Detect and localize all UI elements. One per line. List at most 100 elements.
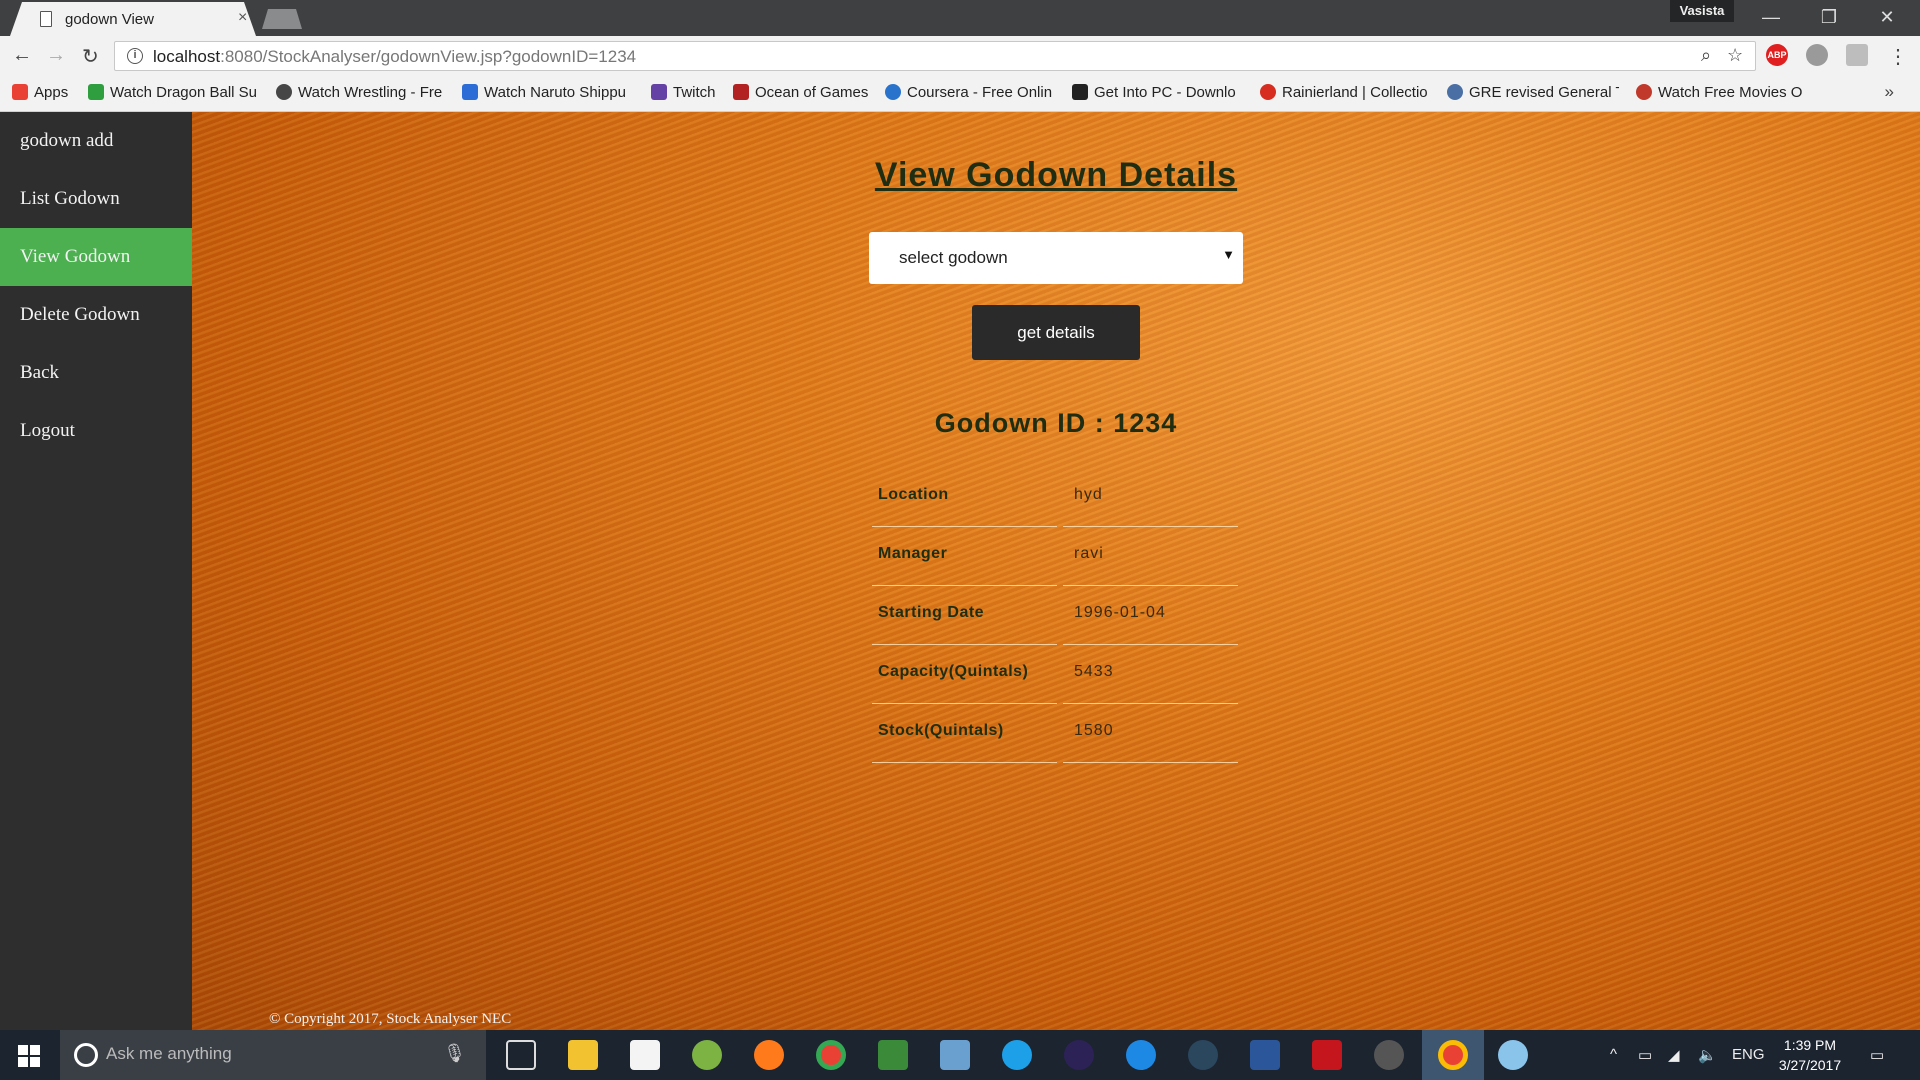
twitch-icon [651,84,667,100]
file-explorer-icon[interactable] [568,1040,598,1070]
steam-icon[interactable] [1188,1040,1218,1070]
microphone-icon[interactable]: 🎙 [443,1043,466,1064]
detail-key: Location [878,486,949,503]
spreadsheet-icon[interactable] [878,1040,908,1070]
tab-title: godown View [65,11,154,28]
page-title: View Godown Details [874,156,1238,194]
adblock-icon[interactable]: ABP [1766,44,1788,66]
extension-icon[interactable] [1806,44,1828,66]
browser-toolbar: ← → ↻ i localhost:8080/StockAnalyser/god… [0,36,1920,76]
volume-icon[interactable]: 🔈 [1698,1046,1717,1064]
url-text[interactable]: localhost:8080/StockAnalyser/godownView.… [153,47,636,67]
detail-key: Manager [878,545,948,562]
godown-select[interactable]: select godown ▼ [869,232,1243,284]
bookmark-item[interactable]: Watch Naruto Shippu [462,84,634,101]
acrobat-icon[interactable] [1312,1040,1342,1070]
new-tab-button[interactable] [262,9,302,29]
minimize-icon[interactable]: — [1742,0,1800,34]
naruto-icon [462,84,478,100]
sidebar-item-list-godown[interactable]: List Godown [0,170,192,228]
bookmark-item[interactable]: GRE revised General T [1447,84,1619,101]
play-icon [1260,84,1276,100]
cortana-icon[interactable] [74,1043,98,1067]
web-page: godown add List Godown View Godown Delet… [0,112,1920,1030]
sidebar-item-logout[interactable]: Logout [0,402,192,460]
godown-id-heading: Godown ID : 1234 [934,408,1178,438]
close-window-icon[interactable]: ✕ [1858,0,1916,34]
more-bookmarks-icon[interactable]: » [1885,82,1894,102]
back-icon[interactable]: ← [12,44,32,67]
detail-value: 1580 [1074,722,1114,739]
sidebar: godown add List Godown View Godown Delet… [0,112,192,1030]
windows-start-icon[interactable] [18,1045,40,1067]
pdf-extension-icon[interactable] [1846,44,1868,66]
chrome-active-icon[interactable] [1438,1040,1468,1070]
edge-icon[interactable] [1126,1040,1156,1070]
get-details-button[interactable]: get details [972,305,1140,360]
sidebar-item-view-godown[interactable]: View Godown [0,228,192,286]
detail-value: hyd [1074,486,1103,503]
task-view-icon[interactable] [506,1040,536,1070]
detail-value: ravi [1074,545,1104,562]
detail-key: Capacity(Quintals) [878,663,1029,680]
bookmark-item[interactable]: Get Into PC - Downlo [1072,84,1244,101]
table-row: Location hyd [872,468,1238,527]
godown-select-value: select godown [899,248,1008,267]
taskbar-search[interactable]: Ask me anything 🎙 [60,1030,486,1080]
chrome-icon[interactable] [816,1040,846,1070]
reload-icon[interactable]: ↻ [82,44,99,69]
zoom-icon[interactable]: ⌕ [1701,45,1711,66]
eclipse-icon[interactable] [1064,1040,1094,1070]
store-icon[interactable] [630,1040,660,1070]
settings-icon[interactable] [1374,1040,1404,1070]
bookmark-item[interactable]: Watch Wrestling - Fre [276,84,444,101]
clock[interactable]: 1:39 PM 3/27/2017 [1760,1035,1860,1075]
detail-value: 5433 [1074,663,1114,680]
word-icon[interactable] [1250,1040,1280,1070]
bookmark-apps[interactable]: Apps [12,84,68,101]
table-row: Manager ravi [872,527,1238,586]
chevron-up-icon[interactable]: ^ [1610,1046,1617,1063]
table-row: Starting Date 1996-01-04 [872,586,1238,645]
visual-studio-icon[interactable] [940,1040,970,1070]
info-icon[interactable]: i [127,48,143,64]
bookmark-item[interactable]: Watch Free Movies O [1636,84,1806,101]
android-studio-icon[interactable] [692,1040,722,1070]
godown-details-table: Location hyd Manager ravi Starting Date … [872,468,1238,763]
notifications-icon[interactable]: ▭ [1870,1046,1884,1064]
row-divider [1063,762,1238,763]
address-bar[interactable]: i localhost:8080/StockAnalyser/godownVie… [114,41,1756,71]
internet-explorer-icon[interactable] [1002,1040,1032,1070]
bookmark-item[interactable]: Watch Dragon Ball Su [88,84,258,101]
getintopc-icon [1072,84,1088,100]
profile-name[interactable]: Vasista [1670,0,1734,22]
restore-icon[interactable]: ❐ [1800,0,1858,34]
sidebar-item-godown-add[interactable]: godown add [0,112,192,170]
wordpress-icon [276,84,292,100]
clock-time: 1:39 PM [1783,1037,1837,1053]
sidebar-item-delete-godown[interactable]: Delete Godown [0,286,192,344]
close-tab-icon[interactable]: × [238,9,247,27]
tab-godown-view[interactable]: godown View × [10,2,256,36]
table-row: Stock(Quintals) 1580 [872,704,1238,763]
bookmark-item[interactable]: Coursera - Free Onlin [885,84,1057,101]
bookmark-item[interactable]: Twitch [651,84,716,101]
bookmark-item[interactable]: Ocean of Games [733,84,868,101]
page-icon [40,11,52,27]
gamepad-icon [733,84,749,100]
sidebar-item-back[interactable]: Back [0,344,192,402]
coursera-icon [885,84,901,100]
browser-tabstrip: godown View × Vasista — ❐ ✕ [0,0,1920,36]
star-icon[interactable]: ☆ [1727,45,1743,66]
bookmarks-bar: Apps Watch Dragon Ball Su Watch Wrestlin… [0,76,1920,112]
battery-icon[interactable]: ▭ [1638,1046,1652,1064]
bookmark-item[interactable]: Rainierland | Collectio [1260,84,1430,101]
movies-icon [1636,84,1652,100]
forward-icon[interactable]: → [46,44,66,67]
network-icon[interactable]: ◢ [1668,1046,1680,1064]
gre-icon [1447,84,1463,100]
firefox-icon[interactable] [754,1040,784,1070]
menu-icon[interactable]: ⋮ [1888,44,1908,69]
main-content: View Godown Details select godown ▼ get … [192,112,1920,1030]
paint-icon[interactable] [1498,1040,1528,1070]
